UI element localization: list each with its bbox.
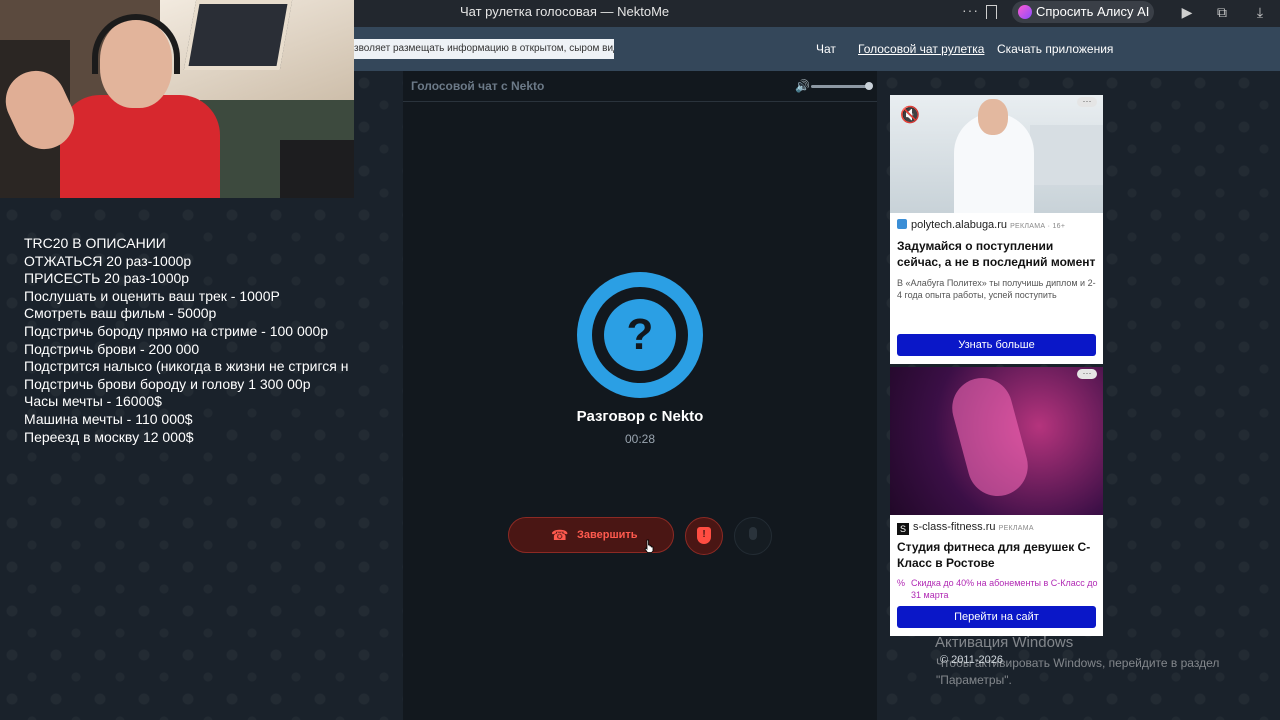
translate-icon[interactable]: ⧉ xyxy=(1214,4,1230,20)
microphone-icon xyxy=(749,527,757,540)
end-call-label: Завершить xyxy=(577,529,638,541)
more-options-icon[interactable]: ··· xyxy=(1077,97,1097,107)
percent-icon: % xyxy=(897,578,906,588)
ad-source: polytech.alabuga.ru РЕКЛАМА · 16+ xyxy=(897,219,1065,231)
overlay-line: Подстричь брови бороду и голову 1 300 00… xyxy=(24,375,311,392)
ad-promo: % Скидка до 40% на абонементы в С-Класс … xyxy=(897,577,1100,601)
ad-description: В «Алабуга Политех» ты получишь диплом и… xyxy=(897,278,1096,300)
notice-banner: зволяет размещать информацию в открытом,… xyxy=(352,39,614,59)
ad-image: 🔇 ··· xyxy=(890,95,1103,213)
more-options-icon[interactable]: ··· xyxy=(1077,369,1097,379)
ad-card-polytech[interactable]: 🔇 ··· polytech.alabuga.ru РЕКЛАМА · 16+ … xyxy=(890,95,1103,364)
overlay-line: Подстрится налысо (никогда в жизни не ст… xyxy=(24,358,349,375)
nav-chat[interactable]: Чат xyxy=(816,42,836,56)
nav-voice-chat[interactable]: Голосовой чат рулетка xyxy=(858,42,984,56)
streamer-body xyxy=(60,95,220,198)
download-icon[interactable]: ⤓ xyxy=(1252,4,1268,20)
windows-activation-title: Активация Windows xyxy=(935,634,1074,651)
volume-slider[interactable] xyxy=(811,85,869,88)
partner-avatar: ? xyxy=(577,272,703,398)
panel-header: Голосовой чат с Nekto 🔊 xyxy=(403,71,877,102)
play-icon[interactable]: ▶ xyxy=(1179,4,1195,20)
shield-icon: ! xyxy=(697,527,711,544)
overlay-line: Часы мечты - 16000$ xyxy=(24,393,162,410)
mute-mic-button[interactable] xyxy=(734,517,772,555)
windows-activation-text: Чтобы активировать Windows, перейдите в … xyxy=(936,656,1220,687)
avatar-ring: ? xyxy=(592,287,688,383)
overlay-line: Смотреть ваш фильм - 5000р xyxy=(24,305,217,322)
ad-headline[interactable]: Студия фитнеса для девушек С-Класс в Рос… xyxy=(897,539,1100,571)
report-button[interactable]: ! xyxy=(685,517,723,555)
mute-icon[interactable]: 🔇 xyxy=(900,105,920,125)
ad-person-face xyxy=(978,99,1008,135)
ad-tag: РЕКЛАМА · 16+ xyxy=(1010,223,1066,230)
skylight xyxy=(183,0,293,70)
overlay-line: Подстричь бороду прямо на стриме - 100 0… xyxy=(24,322,329,339)
ad-image: ··· xyxy=(890,367,1103,515)
hang-up-icon: ☎ xyxy=(551,527,569,543)
lab-background xyxy=(1030,125,1103,185)
chair xyxy=(280,140,354,198)
bookmark-icon[interactable] xyxy=(986,5,997,19)
overlay-line: ОТЖАТЬСЯ 20 раз-1000р xyxy=(24,252,192,269)
overlay-line: Переезд в москву 12 000$ xyxy=(24,428,194,445)
overlay-line: TRC20 В ОПИСАНИИ xyxy=(24,235,166,251)
nav-download-apps[interactable]: Скачать приложения xyxy=(997,42,1113,56)
overlay-line: Послушать и оценить ваш трек - 1000Р xyxy=(24,287,280,304)
ad-cta-button[interactable]: Перейти на сайт xyxy=(897,606,1096,628)
ad-promo-text: Скидка до 40% на абонементы в С-Класс до… xyxy=(911,578,1098,600)
ad-domain: polytech.alabuga.ru xyxy=(911,219,1008,231)
ask-alice-button[interactable]: Спросить Алису AI xyxy=(1012,1,1154,23)
question-mark-icon: ? xyxy=(604,299,676,371)
conversation-title: Разговор с Nekto xyxy=(576,408,704,425)
tab-title: Чат рулетка голосовая — NektoMe xyxy=(460,4,670,19)
webcam-feed xyxy=(0,0,354,198)
ad-card-fitness[interactable]: ··· Ss-class-fitness.ru РЕКЛАМА Студия ф… xyxy=(890,367,1103,636)
ad-domain: s-class-fitness.ru xyxy=(913,521,996,533)
more-menu-icon[interactable]: ··· xyxy=(962,2,979,18)
ad-source: Ss-class-fitness.ru РЕКЛАМА xyxy=(897,521,1034,535)
overlay-line: ПРИСЕСТЬ 20 раз-1000р xyxy=(24,270,190,287)
stream-overlay-text: TRC20 В ОПИСАНИИ ОТЖАТЬСЯ 20 раз-1000р П… xyxy=(24,235,376,446)
overlay-line: Машина мечты - 110 000$ xyxy=(24,410,193,427)
ad-figure xyxy=(945,371,1035,503)
hand-cursor-icon xyxy=(644,539,654,553)
ad-cta-button[interactable]: Узнать больше xyxy=(897,334,1096,356)
ad-tag: РЕКЛАМА xyxy=(998,525,1034,532)
ad-headline[interactable]: Задумайся о поступлении сейчас, а не в п… xyxy=(897,238,1100,270)
panel-title: Голосовой чат с Nekto xyxy=(411,79,545,93)
alice-label: Спросить Алису AI xyxy=(1036,4,1150,19)
polytech-logo-icon xyxy=(897,219,907,229)
volume-slider-knob[interactable] xyxy=(865,82,873,90)
volume-icon[interactable]: 🔊 xyxy=(795,79,810,93)
s-class-logo-icon: S xyxy=(897,523,909,535)
call-timer: 00:28 xyxy=(624,432,656,446)
alice-logo-icon xyxy=(1018,5,1032,19)
voice-chat-panel: Голосовой чат с Nekto 🔊 ? Разговор с Nek… xyxy=(403,71,877,720)
overlay-line: Подстричь брови - 200 000 xyxy=(24,340,200,357)
